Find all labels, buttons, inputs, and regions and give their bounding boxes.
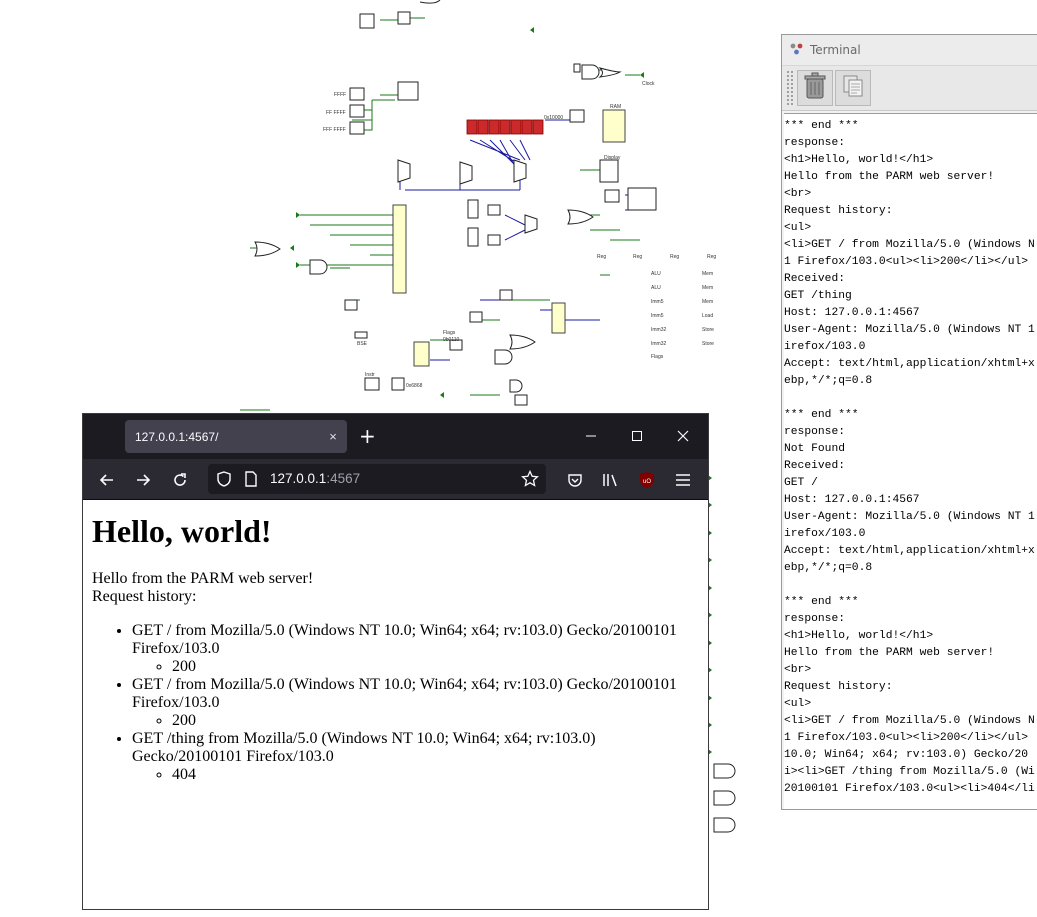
svg-text:uO: uO bbox=[643, 479, 651, 485]
circuit-label-const-1: FFFF bbox=[334, 92, 346, 98]
circuit-label-alu-2: ALU bbox=[651, 285, 661, 291]
copy-button[interactable] bbox=[835, 70, 871, 106]
trash-icon bbox=[803, 72, 827, 104]
new-tab-button[interactable]: + bbox=[359, 425, 376, 447]
history-status: 200 bbox=[172, 658, 699, 676]
circuit-label-load: Load bbox=[702, 313, 713, 319]
intro-text: Hello from the PARM web server! bbox=[92, 570, 314, 587]
history-item: GET / from Mozilla/5.0 (Windows NT 10.0;… bbox=[132, 676, 699, 730]
circuit-label-mem-3: Mem bbox=[702, 299, 713, 305]
clear-button[interactable] bbox=[797, 70, 833, 106]
circuit-label-imm32-2: Imm32 bbox=[651, 341, 667, 347]
circuit-label-flags-value: 0b0110 bbox=[443, 337, 460, 343]
circuit-label-store-1: Store bbox=[702, 327, 714, 333]
history-request: GET / from Mozilla/5.0 (Windows NT 10.0;… bbox=[132, 676, 677, 711]
tab-title: 127.0.0.1:4567/ bbox=[135, 429, 219, 444]
reload-icon[interactable] bbox=[169, 469, 191, 491]
terminal-title: Terminal bbox=[810, 43, 861, 57]
url-text: 127.0.0.1:4567 bbox=[270, 471, 360, 486]
terminal-titlebar[interactable]: Terminal bbox=[782, 35, 1037, 66]
circuit-label-mem-2: Mem bbox=[702, 285, 713, 291]
ublock-icon[interactable]: uO bbox=[636, 469, 658, 491]
copy-icon bbox=[841, 74, 865, 102]
history-request: GET / from Mozilla/5.0 (Windows NT 10.0;… bbox=[132, 622, 677, 657]
tab-bar: 127.0.0.1:4567/ × + bbox=[83, 414, 708, 459]
maximize-icon[interactable] bbox=[627, 426, 647, 446]
history-item: GET / from Mozilla/5.0 (Windows NT 10.0;… bbox=[132, 622, 699, 676]
circuit-label-reg-4: Reg bbox=[707, 254, 716, 260]
forward-arrow-icon[interactable] bbox=[132, 469, 154, 491]
close-icon[interactable] bbox=[673, 426, 693, 446]
page-heading: Hello, world! bbox=[92, 513, 272, 549]
circuit-label-reg-2: Reg bbox=[633, 254, 642, 260]
circuit-label-flags-2: Flags bbox=[651, 354, 664, 360]
circuit-label-mem-1: Mem bbox=[702, 271, 713, 277]
circuit-label-const-2: FF FFFF bbox=[326, 110, 346, 116]
circuit-label-store-2: Store bbox=[702, 341, 714, 347]
navigation-bar: 127.0.0.1:4567 uO bbox=[83, 459, 708, 500]
circuit-label-address: 0x10000 bbox=[544, 115, 563, 121]
terminal-toolbar bbox=[782, 66, 1037, 111]
url-port: :4567 bbox=[326, 471, 361, 486]
circuit-label-reg-1: Reg bbox=[597, 254, 606, 260]
history-status: 404 bbox=[172, 766, 699, 784]
page-icon[interactable] bbox=[245, 471, 257, 491]
circuit-label-imm32-1: Imm32 bbox=[651, 327, 667, 333]
circuit-label-bse: BSE bbox=[357, 341, 368, 347]
terminal-output[interactable]: *** end *** response: <h1>Hello, world!<… bbox=[784, 113, 1037, 809]
terminal-text: *** end *** response: <h1>Hello, world!<… bbox=[784, 120, 1035, 795]
back-arrow-icon[interactable] bbox=[96, 469, 118, 491]
circuit-label-instr-value: 0x6868 bbox=[406, 383, 423, 389]
circuit-label-alu-1: ALU bbox=[651, 271, 661, 277]
circuit-label-instr: Instr bbox=[365, 372, 375, 378]
history-list: GET / from Mozilla/5.0 (Windows NT 10.0;… bbox=[92, 622, 699, 784]
circuit-label-reg-3: Reg bbox=[670, 254, 679, 260]
circuit-label-ram: RAM bbox=[610, 104, 621, 110]
minimize-icon[interactable] bbox=[581, 426, 601, 446]
browser-window: 127.0.0.1:4567/ × + 127.0.0.1:4567 uO He… bbox=[83, 414, 708, 909]
pocket-icon[interactable] bbox=[564, 469, 586, 491]
circuit-label-imm5-2: Imm5 bbox=[651, 313, 664, 319]
tab-active[interactable]: 127.0.0.1:4567/ × bbox=[125, 420, 347, 453]
toolbar-grip[interactable] bbox=[786, 70, 794, 106]
shield-icon[interactable] bbox=[217, 471, 231, 491]
circuit-label-imm5-1: Imm5 bbox=[651, 299, 664, 305]
terminal-app-icon bbox=[789, 41, 805, 60]
history-request: GET /thing from Mozilla/5.0 (Windows NT … bbox=[132, 730, 596, 765]
history-item: GET /thing from Mozilla/5.0 (Windows NT … bbox=[132, 730, 699, 784]
page-content: Hello, world! Hello from the PARM web se… bbox=[83, 500, 708, 909]
history-label: Request history: bbox=[92, 588, 197, 605]
terminal-window: Terminal *** end *** response: <h1>Hello… bbox=[781, 34, 1037, 810]
library-icon[interactable] bbox=[600, 469, 622, 491]
history-status: 200 bbox=[172, 712, 699, 730]
circuit-label-const-3: FFF FFFF bbox=[323, 127, 346, 133]
url-bar[interactable]: 127.0.0.1:4567 bbox=[208, 464, 546, 494]
circuit-label-display: Display bbox=[604, 155, 621, 161]
star-icon[interactable] bbox=[521, 469, 539, 492]
url-host: 127.0.0.1 bbox=[270, 471, 327, 486]
circuit-label-clock: Clock bbox=[642, 81, 655, 87]
circuit-label-flags: Flags bbox=[443, 330, 456, 336]
hamburger-menu-icon[interactable] bbox=[672, 469, 694, 491]
tab-close-icon[interactable]: × bbox=[319, 429, 347, 444]
